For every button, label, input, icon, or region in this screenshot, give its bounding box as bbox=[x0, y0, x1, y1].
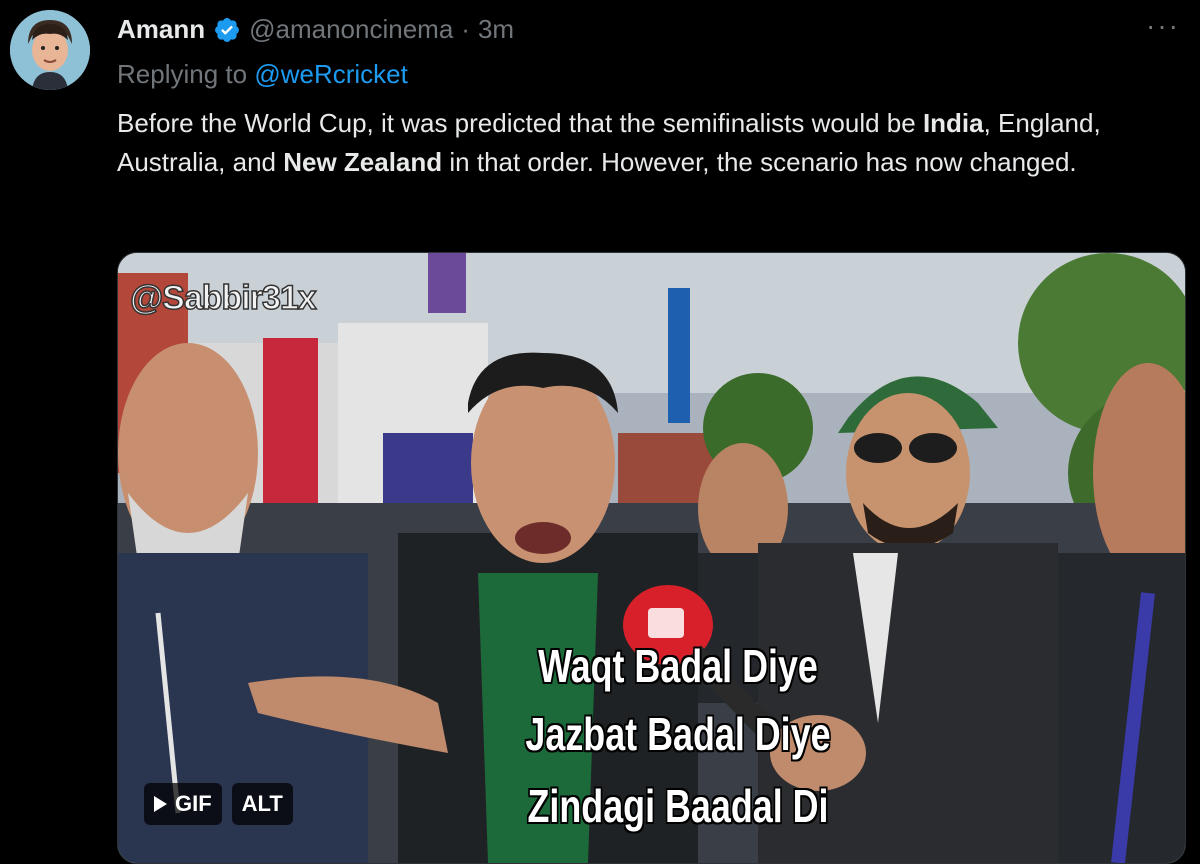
gif-frame-image bbox=[118, 253, 1185, 863]
author-handle[interactable]: @amanoncinema bbox=[249, 14, 453, 45]
reply-mention-link[interactable]: @weRcricket bbox=[254, 59, 408, 89]
author-name[interactable]: Amann bbox=[117, 14, 205, 45]
caption-line-2: Jazbat Badal Diye bbox=[525, 708, 831, 760]
timestamp[interactable]: 3m bbox=[478, 14, 514, 45]
replying-prefix: Replying to bbox=[117, 59, 248, 89]
media-badges: GIF ALT bbox=[144, 783, 293, 825]
tweet-bold-india: India bbox=[922, 108, 984, 138]
caption-line-1: Waqt Badal Diye bbox=[538, 640, 818, 692]
tweet-bold-new-zealand: New Zealand bbox=[283, 147, 443, 177]
tweet-header: Amann @amanoncinema · 3m bbox=[117, 14, 514, 45]
verified-badge-icon[interactable] bbox=[213, 16, 241, 44]
tweet-text-part: in that order. However, the scenario has… bbox=[442, 147, 1077, 177]
tweet-text: Before the World Cup, it was predicted t… bbox=[117, 104, 1157, 182]
alt-button[interactable]: ALT bbox=[231, 783, 293, 825]
avatar[interactable] bbox=[10, 10, 90, 90]
caption-line-3: Zindagi Baadal Di bbox=[527, 780, 829, 832]
separator: · bbox=[461, 14, 470, 44]
tweet-text-part: Before the World Cup, it was predicted t… bbox=[117, 108, 923, 138]
alt-label: ALT bbox=[241, 791, 283, 816]
replying-to: Replying to @weRcricket bbox=[117, 59, 408, 90]
gif-play-button[interactable]: GIF bbox=[144, 783, 222, 825]
more-icon[interactable]: ··· bbox=[1146, 10, 1180, 42]
avatar-cartoon-icon bbox=[10, 10, 90, 90]
gif-label: GIF bbox=[175, 791, 212, 816]
video-watermark: @Sabbir31x bbox=[129, 278, 317, 318]
gif-media[interactable]: @Sabbir31x Waqt Badal Diye Jazbat Badal … bbox=[117, 252, 1186, 864]
play-icon bbox=[154, 796, 167, 812]
